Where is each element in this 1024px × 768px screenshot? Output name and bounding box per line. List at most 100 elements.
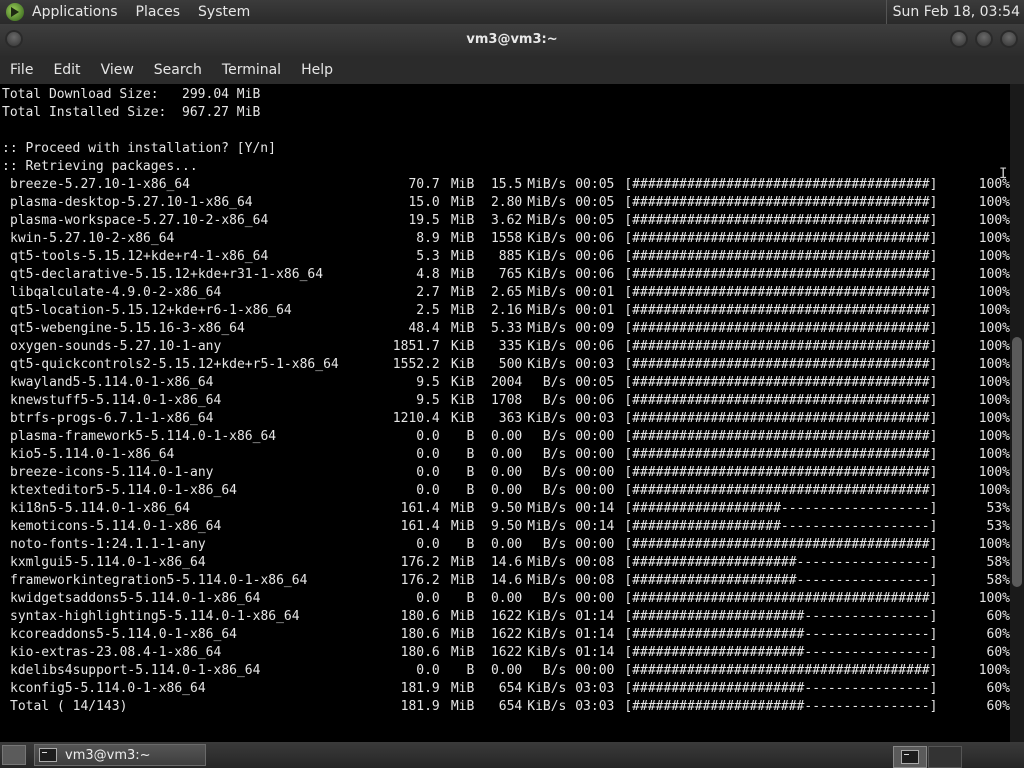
package-rate: 5.33 bbox=[490, 321, 523, 336]
package-rate: 9.50 bbox=[490, 519, 523, 534]
workspace-1[interactable] bbox=[893, 746, 927, 768]
package-name: kwin-5.27.10-2-x86_64 bbox=[10, 231, 175, 246]
package-rate-unit: MiB/s bbox=[527, 555, 567, 570]
package-progress-bar: [######################################] bbox=[624, 483, 938, 498]
package-rate-unit: B/s bbox=[542, 447, 567, 462]
package-size-unit: B bbox=[466, 537, 475, 552]
package-eta: 00:00 bbox=[575, 537, 615, 552]
package-percent: 100% bbox=[978, 231, 1010, 246]
bottom-panel: vm3@vm3:~ bbox=[0, 742, 1024, 768]
package-percent: 100% bbox=[978, 429, 1010, 444]
package-progress-bar: [######################################] bbox=[624, 375, 938, 390]
package-rate-unit: MiB/s bbox=[527, 285, 567, 300]
package-row: plasma-workspace-5.27.10-2-x86_64 19.5 MiB… bbox=[2, 212, 1010, 230]
menu-edit[interactable]: Edit bbox=[43, 62, 90, 78]
package-rate-unit: KiB/s bbox=[527, 411, 567, 426]
package-name: qt5-location-5.15.12+kde+r6-1-x86_64 bbox=[10, 303, 292, 318]
package-name: breeze-icons-5.114.0-1-any bbox=[10, 465, 214, 480]
package-size-unit: MiB bbox=[450, 699, 475, 714]
package-row: noto-fonts-1:24.1.1-1-any 0.0 B 0.00 B/s 00:0… bbox=[2, 536, 1010, 554]
package-progress-bar: [###################-------------------] bbox=[624, 501, 938, 516]
window-titlebar[interactable]: vm3@vm3:~ bbox=[0, 24, 1024, 56]
package-rate-unit: KiB/s bbox=[527, 231, 567, 246]
package-size-unit: MiB bbox=[450, 231, 475, 246]
menu-terminal[interactable]: Terminal bbox=[212, 62, 291, 78]
package-rate-unit: KiB/s bbox=[527, 249, 567, 264]
package-size-unit: B bbox=[466, 591, 475, 606]
package-size: 0.0 bbox=[416, 537, 440, 552]
package-rate: 0.00 bbox=[490, 537, 523, 552]
taskbar-window-button[interactable]: vm3@vm3:~ bbox=[34, 744, 206, 766]
package-rate: 2.16 bbox=[490, 303, 523, 318]
package-progress-bar: [######################----------------] bbox=[624, 699, 938, 714]
package-percent: 100% bbox=[978, 195, 1010, 210]
package-eta: 00:00 bbox=[575, 429, 615, 444]
terminal-scrollbar[interactable] bbox=[1010, 84, 1024, 742]
package-progress-bar: [######################################] bbox=[624, 267, 938, 282]
package-percent: 100% bbox=[978, 483, 1010, 498]
clock[interactable]: Sun Feb 18, 03:54 bbox=[885, 0, 1024, 24]
close-button[interactable] bbox=[1000, 30, 1018, 48]
show-desktop-icon[interactable] bbox=[2, 745, 26, 765]
scrollbar-thumb[interactable] bbox=[1012, 337, 1022, 587]
package-progress-bar: [######################################] bbox=[624, 321, 938, 336]
minimize-button[interactable] bbox=[950, 30, 968, 48]
package-progress-bar: [######################----------------] bbox=[624, 681, 938, 696]
package-size-unit: B bbox=[466, 447, 475, 462]
terminal-output[interactable]: Total Download Size: 299.04 MiB Total In… bbox=[0, 84, 1010, 742]
package-name: kio-extras-23.08.4-1-x86_64 bbox=[10, 645, 222, 660]
package-row: breeze-5.27.10-1-x86_64 70.7 MiB 15.5 MiB/s 0… bbox=[2, 176, 1010, 194]
distro-logo-icon[interactable] bbox=[6, 3, 24, 21]
package-name: syntax-highlighting5-5.114.0-1-x86_64 bbox=[10, 609, 300, 624]
package-eta: 00:05 bbox=[575, 177, 615, 192]
package-progress-bar: [######################################] bbox=[624, 231, 938, 246]
package-percent: 100% bbox=[978, 267, 1010, 282]
package-percent: 100% bbox=[978, 321, 1010, 336]
menu-help[interactable]: Help bbox=[291, 62, 343, 78]
package-rate: 1622 bbox=[490, 645, 523, 660]
package-size-unit: MiB bbox=[450, 519, 475, 534]
package-eta: 00:06 bbox=[575, 267, 615, 282]
package-rate: 2.80 bbox=[490, 195, 523, 210]
package-percent: 60% bbox=[986, 645, 1010, 660]
package-eta: 00:08 bbox=[575, 555, 615, 570]
package-name: kemoticons-5.114.0-1-x86_64 bbox=[10, 519, 222, 534]
package-progress-bar: [######################################] bbox=[624, 393, 938, 408]
package-size: 70.7 bbox=[408, 177, 440, 192]
package-eta: 00:00 bbox=[575, 483, 615, 498]
menu-search[interactable]: Search bbox=[144, 62, 212, 78]
package-eta: 00:00 bbox=[575, 447, 615, 462]
package-percent: 60% bbox=[986, 699, 1010, 714]
package-progress-bar: [######################################] bbox=[624, 213, 938, 228]
package-name: qt5-tools-5.15.12+kde+r4-1-x86_64 bbox=[10, 249, 269, 264]
package-name: frameworkintegration5-5.114.0-1-x86_64 bbox=[10, 573, 308, 588]
workspace-2[interactable] bbox=[928, 746, 962, 768]
package-size: 0.0 bbox=[416, 429, 440, 444]
package-rate-unit: KiB/s bbox=[527, 645, 567, 660]
package-percent: 58% bbox=[986, 573, 1010, 588]
package-row: ki18n5-5.114.0-1-x86_64 161.4 MiB 9.50 MiB/s… bbox=[2, 500, 1010, 518]
package-eta: 00:14 bbox=[575, 501, 615, 516]
package-size: 2.7 bbox=[416, 285, 440, 300]
maximize-button[interactable] bbox=[975, 30, 993, 48]
package-size-unit: MiB bbox=[450, 285, 475, 300]
package-size: 1851.7 bbox=[392, 339, 440, 354]
menu-view[interactable]: View bbox=[91, 62, 144, 78]
applications-menu[interactable]: Applications bbox=[32, 4, 118, 20]
package-rate: 654 bbox=[498, 681, 523, 696]
package-progress-bar: [######################################] bbox=[624, 177, 938, 192]
package-size: 1210.4 bbox=[392, 411, 440, 426]
package-rate-unit: B/s bbox=[542, 465, 567, 480]
package-percent: 100% bbox=[978, 213, 1010, 228]
places-menu[interactable]: Places bbox=[136, 4, 181, 20]
package-eta: 00:05 bbox=[575, 195, 615, 210]
package-percent: 100% bbox=[978, 249, 1010, 264]
system-menu[interactable]: System bbox=[198, 4, 250, 20]
package-rate: 14.6 bbox=[490, 573, 523, 588]
package-eta: 00:06 bbox=[575, 339, 615, 354]
package-eta: 00:14 bbox=[575, 519, 615, 534]
package-row: qt5-quickcontrols2-5.15.12+kde+r5-1-x86_… bbox=[2, 356, 1010, 374]
package-rate-unit: MiB/s bbox=[527, 213, 567, 228]
menu-file[interactable]: File bbox=[0, 62, 43, 78]
